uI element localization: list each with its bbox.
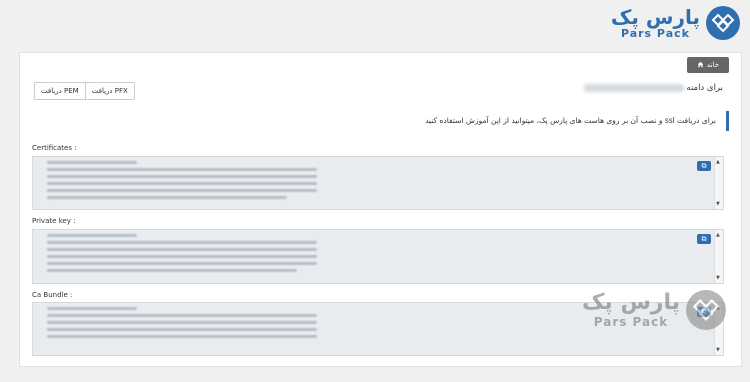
watermark-name-en: Pars Pack — [593, 315, 669, 329]
watermark-logo: پارس پک Pars Pack — [582, 290, 726, 330]
watermark-name-fa: پارس پک — [582, 290, 680, 315]
download-button-group: دریافت PEM دریافت PFX — [34, 82, 135, 100]
watermark-mark-icon — [686, 290, 726, 330]
ca-bundle-label: Ca Bundle : — [32, 291, 73, 299]
scrollbar[interactable]: ▲▼ — [714, 157, 723, 209]
certificates-textarea[interactable]: ⧉ ▲ ▼ — [32, 156, 724, 210]
brand-name-fa: پارس پک — [610, 5, 700, 29]
home-button[interactable]: خانه — [687, 57, 729, 73]
home-button-label: خانه — [706, 61, 720, 69]
private-key-textarea[interactable]: ⧉ ▲ ▼ — [32, 229, 724, 284]
brand-logo: پارس پک Pars Pack — [611, 6, 740, 40]
copy-icon[interactable]: ⧉ — [697, 234, 711, 244]
download-pfx-button[interactable]: دریافت PFX — [84, 83, 134, 99]
install-notice: برای دریافت ssl و نصب آن بر روی هاست های… — [32, 111, 729, 131]
copy-icon[interactable]: ⧉ — [697, 161, 711, 171]
home-icon — [697, 61, 704, 70]
certificates-label: Certificates : — [32, 144, 77, 152]
private-key-label: Private key : — [32, 217, 76, 225]
brand-name-en: Pars Pack — [620, 27, 690, 40]
scrollbar[interactable]: ▲▼ — [714, 230, 723, 283]
domain-value-redacted — [584, 84, 684, 92]
domain-label: برای دامنه — [686, 83, 723, 93]
brand-mark-icon — [706, 6, 740, 40]
download-pem-button[interactable]: دریافت PEM — [35, 83, 85, 99]
